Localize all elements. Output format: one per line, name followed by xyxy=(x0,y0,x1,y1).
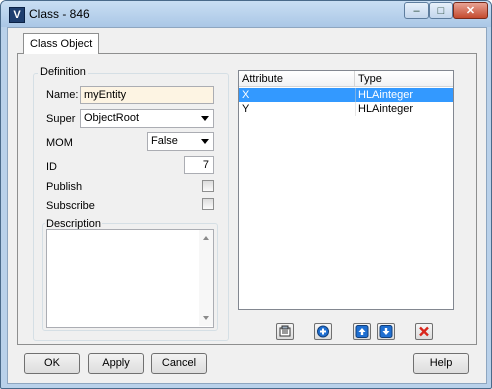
close-button[interactable]: ✕ xyxy=(453,2,488,19)
add-icon xyxy=(317,325,329,338)
title-bar[interactable]: V Class - 846 – □ ✕ xyxy=(1,1,491,27)
name-field[interactable]: myEntity xyxy=(80,86,214,104)
name-label: Name: xyxy=(46,89,79,101)
super-select-value: ObjectRoot xyxy=(84,112,140,124)
tab-class-object[interactable]: Class Object xyxy=(23,33,100,54)
type-cell: HLAinteger xyxy=(358,103,414,115)
add-attribute-button[interactable] xyxy=(314,323,332,340)
mom-select-value: False xyxy=(151,135,178,147)
super-select[interactable]: ObjectRoot xyxy=(80,109,214,128)
properties-icon xyxy=(279,325,291,337)
column-header-type[interactable]: Type xyxy=(355,71,453,87)
help-button[interactable]: Help xyxy=(413,353,469,374)
definition-group-label: Definition xyxy=(38,66,88,78)
mom-select[interactable]: False xyxy=(147,132,214,151)
minimize-button[interactable]: – xyxy=(404,2,429,19)
table-row[interactable]: X HLAinteger xyxy=(239,88,453,102)
id-field[interactable]: 7 xyxy=(184,156,214,174)
chevron-down-icon xyxy=(201,116,209,121)
scroll-up-icon[interactable] xyxy=(203,236,209,240)
maximize-button[interactable]: □ xyxy=(429,2,453,19)
publish-label: Publish xyxy=(46,181,83,193)
cancel-button[interactable]: Cancel xyxy=(151,353,207,374)
properties-button[interactable] xyxy=(276,323,294,340)
window-title: Class - 846 xyxy=(29,7,90,21)
ok-button[interactable]: OK xyxy=(24,353,80,374)
move-up-icon xyxy=(355,325,369,338)
column-divider xyxy=(355,102,356,116)
chevron-down-icon xyxy=(201,139,209,144)
attribute-cell: X xyxy=(242,89,250,101)
type-cell: HLAinteger xyxy=(358,89,414,101)
move-down-button[interactable] xyxy=(377,323,395,340)
subscribe-label: Subscribe xyxy=(46,200,95,212)
scroll-down-icon[interactable] xyxy=(203,316,209,320)
column-divider xyxy=(355,88,356,102)
mom-label: MOM xyxy=(46,137,73,149)
column-header-attribute[interactable]: Attribute xyxy=(239,71,355,87)
subscribe-checkbox[interactable] xyxy=(202,198,214,210)
id-label: ID xyxy=(46,161,57,173)
move-down-icon xyxy=(379,325,393,338)
description-textarea[interactable] xyxy=(46,229,214,328)
attribute-cell: Y xyxy=(242,103,250,115)
publish-checkbox[interactable] xyxy=(202,180,214,192)
delete-attribute-button[interactable] xyxy=(415,323,433,340)
move-up-button[interactable] xyxy=(353,323,371,340)
apply-button[interactable]: Apply xyxy=(88,353,144,374)
delete-icon xyxy=(419,326,429,337)
description-scrollbar[interactable] xyxy=(199,230,213,326)
table-row[interactable]: Y HLAinteger xyxy=(239,102,453,116)
attributes-table: Attribute Type X HLAinteger Y HLAinteger xyxy=(238,70,454,310)
app-icon: V xyxy=(9,7,25,23)
super-label: Super xyxy=(46,113,76,125)
